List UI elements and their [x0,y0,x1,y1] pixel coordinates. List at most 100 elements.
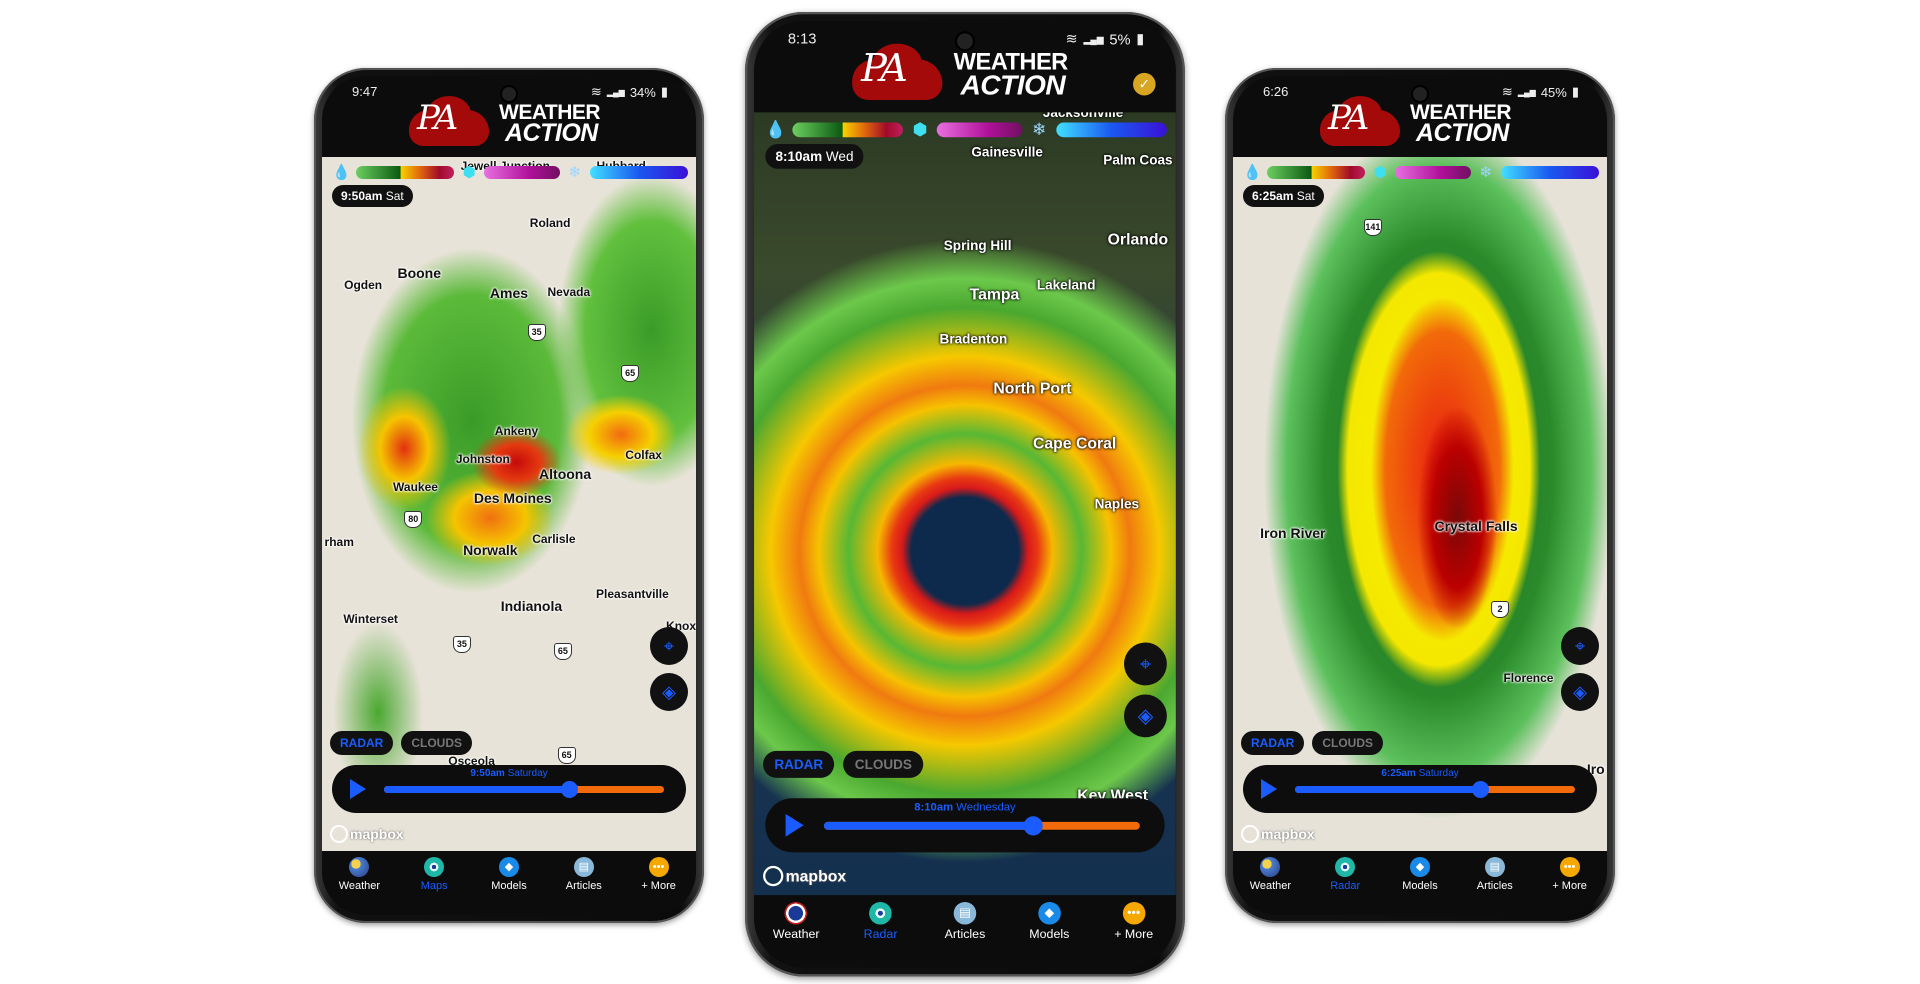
nav-more[interactable]: ••• + More [1092,895,1176,967]
city-label: Palm Coas [1103,151,1173,168]
radar-map[interactable]: Jacksonville Gainesville Palm Coas Spring H… [754,112,1176,896]
radar-icon [869,901,892,925]
timeline-progress [1295,786,1480,793]
nav-weather[interactable]: Weather [1233,851,1308,915]
timeline-slider[interactable] [384,781,664,798]
nav-label: + More [1552,880,1587,892]
nav-maps[interactable]: Maps [397,851,472,915]
nav-label: Weather [1249,880,1292,892]
city-label: Spring Hill [943,237,1012,254]
snow-color-scale [1500,165,1599,179]
timeline-day: Wednesday [956,801,1016,815]
layer-clouds-button[interactable]: CLOUDS [843,750,924,778]
ice-cube-icon: ⬢ [912,120,928,140]
logo-line2: ACTION [960,69,1066,102]
timeline-label: 8:10am Wednesday [765,802,1164,814]
city-label: Roland [529,215,571,230]
nav-label: Articles [944,927,986,942]
layers-icon: ◈ [1137,704,1154,728]
nav-models[interactable]: ◆ Models [1383,851,1458,915]
nav-more[interactable]: ••• + More [621,851,696,915]
nav-radar[interactable]: Radar [838,895,922,967]
battery-percent: 5% [1109,30,1131,48]
mapbox-attribution[interactable]: mapbox [330,825,404,843]
city-label: Boone [397,264,442,281]
layer-clouds-button[interactable]: CLOUDS [401,731,473,755]
locate-button[interactable]: ⌖ [1124,642,1167,686]
snow-color-scale [589,165,688,179]
city-label: Nevada [547,285,591,300]
nav-radar[interactable]: Radar [1308,851,1383,915]
more-icon: ••• [648,857,669,877]
phone-frame: 9:47≋▂▄▆34%▮PAWEATHERACTIONJewell Juncti… [314,68,704,923]
layer-radar-button[interactable]: RADAR [1241,731,1305,755]
ice-cube-icon: ⬢ [1373,164,1387,181]
rain-color-scale [356,165,455,179]
locate-button[interactable]: ⌖ [650,627,688,665]
nav-more[interactable]: ••• + More [1532,851,1607,915]
nav-models[interactable]: ◆ Models [1007,895,1091,967]
articles-icon: ▤ [573,857,594,877]
timeline-slider[interactable] [1295,781,1575,798]
timeline-handle[interactable] [1023,816,1043,836]
rain-drop-icon: 💧 [1243,164,1262,181]
status-time: 6:26 [1263,84,1289,99]
layer-toggle: RADAR CLOUDS [763,750,924,778]
signal-icon: ▂▄▆ [606,87,625,97]
weather-icon [349,857,370,877]
timeline-slider[interactable] [823,816,1140,836]
layer-toggle: RADAR CLOUDS [1241,731,1384,755]
city-label: Lakeland [1036,276,1096,293]
phone-screen: 8:13 ≋ ▂▄▆ 5% ▮ PA WEATHER ACTION ✓ Jacksonville G… [754,21,1176,968]
timeline-handle[interactable] [1471,781,1489,798]
city-label: Cape Coral [1032,433,1117,452]
city-label: Florence [1503,670,1554,685]
radar-map[interactable]: Iron River Crystal Falls Florence Iro 141 2 💧 ⬢… [1233,157,1607,851]
city-label: Waukee [393,479,438,494]
layers-button[interactable]: ◈ [1124,694,1167,738]
city-label: Ames [489,285,529,302]
layer-clouds-button[interactable]: CLOUDS [1312,731,1384,755]
play-icon[interactable] [785,814,804,837]
city-label: Johnston [455,451,510,466]
timestamp-day: Wed [825,148,854,165]
highway-shield: 65 [621,365,640,383]
diamond-icon: ◆ [1038,901,1061,925]
nav-weather[interactable]: Weather [322,851,397,915]
nav-models[interactable]: ◆ Models [472,851,547,915]
timestamp-chip: 6:25am Sat [1243,185,1324,207]
layers-button[interactable]: ◈ [650,673,688,711]
play-icon[interactable] [1261,779,1277,799]
layer-radar-button[interactable]: RADAR [763,750,835,778]
nav-articles[interactable]: ▤ Articles [923,895,1007,967]
play-icon[interactable] [350,779,366,799]
layers-icon: ◈ [662,682,676,702]
locate-button[interactable]: ⌖ [1561,627,1599,665]
nav-label: Radar [1330,880,1361,892]
timeline-player: 8:10am Wednesday [765,798,1165,853]
mapbox-attribution[interactable]: mapbox [763,865,846,887]
city-label: Colfax [625,448,662,463]
verified-badge-icon[interactable]: ✓ [1133,72,1156,96]
nav-label: + More [641,880,676,892]
logo-mark: PA [861,45,908,91]
city-label: Indianola [500,597,563,614]
nav-articles[interactable]: ▤ Articles [546,851,621,915]
rain-drop-icon: 💧 [765,120,787,140]
timeline-handle[interactable] [560,781,578,798]
battery-icon: ▮ [660,84,668,99]
radar-map[interactable]: Jewell JunctionHubbardRolandBooneOgdenAm… [322,157,696,851]
nav-label: + More [1114,927,1154,942]
layers-button[interactable]: ◈ [1561,673,1599,711]
layer-radar-button[interactable]: RADAR [330,731,394,755]
rain-drop-icon: 💧 [332,164,351,181]
articles-icon: ▤ [953,901,977,925]
crosshair-icon: ⌖ [663,636,675,656]
layers-icon: ◈ [1573,682,1587,702]
ice-color-scale [1395,165,1471,179]
crosshair-icon: ⌖ [1139,652,1152,676]
nav-articles[interactable]: ▤ Articles [1457,851,1532,915]
mapbox-attribution[interactable]: mapbox [1241,825,1315,843]
city-label: Altoona [539,465,592,482]
nav-weather[interactable]: Weather [754,895,838,967]
